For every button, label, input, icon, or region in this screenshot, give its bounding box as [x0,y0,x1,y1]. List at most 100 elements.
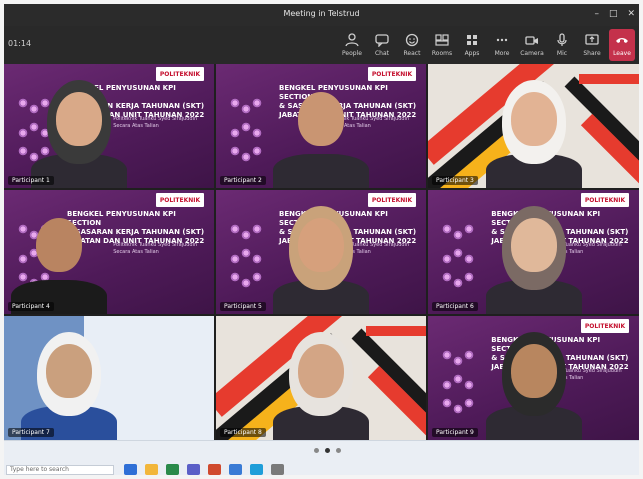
flower-decoration [442,380,452,390]
mic-button[interactable]: Mic [549,29,575,61]
flower-decoration [29,122,39,132]
flower-decoration [252,224,262,234]
flower-decoration [230,254,240,264]
flower-decoration [464,254,474,264]
apps-icon [467,35,477,45]
maximize-icon[interactable]: □ [609,9,618,19]
participant-face [46,344,92,398]
camera-button[interactable]: Camera [519,29,545,61]
polytechnic-logo: POLITEKNIK [368,67,416,81]
react-button[interactable]: React [399,29,425,61]
flower-decoration [18,128,28,138]
flower-decoration [241,230,251,240]
file-explorer-icon[interactable] [145,464,158,475]
participant-face [510,218,557,272]
settings-icon[interactable] [271,464,284,475]
flower-decoration [241,278,251,288]
react-icon [405,33,419,47]
participant-name: Participant 4 [8,302,54,311]
flower-decoration [464,272,474,282]
toolbar-button-label: Rooms [431,50,453,57]
store-icon[interactable] [250,464,263,475]
close-icon[interactable]: ✕ [627,9,635,19]
slide-subtitle: Politeknik Tuanku Syed Sirajuddin Secara… [113,116,198,129]
participant-tile[interactable]: POLITEKNIK BENGKEL PENYUSUNAN KPI SECTIO… [4,190,214,314]
toolbar-button-label: Chat [374,50,390,57]
polytechnic-logo: POLITEKNIK [156,67,204,81]
apps-button[interactable]: Apps [459,29,485,61]
chat-button[interactable]: Chat [369,29,395,61]
flower-decoration [453,278,463,288]
leave-button[interactable]: Leave [609,29,635,61]
page-dot[interactable] [336,448,341,453]
flower-decoration [230,128,240,138]
app-icon[interactable] [208,464,221,475]
flower-decoration [442,350,452,360]
flower-decoration [241,248,251,258]
flower-decoration [241,104,251,114]
participant-face [36,218,82,272]
browser-icon[interactable] [166,464,179,475]
page-dot-active[interactable] [325,448,330,453]
share-icon [585,34,599,45]
flower-decoration [453,374,463,384]
participant-tile[interactable]: POLITEKNIK BENGKEL PENYUSUNAN KPI SECTIO… [4,64,214,188]
windows-start-icon[interactable] [124,464,137,475]
flower-decoration [18,224,28,234]
participant-tile[interactable]: Participant 7 [4,316,214,440]
participant-face [510,344,557,398]
flower-decoration [18,146,28,156]
participant-tile[interactable]: POLITEKNIK BENGKEL PENYUSUNAN KPI SECTIO… [216,64,426,188]
mail-icon[interactable] [229,464,242,475]
share-button[interactable]: Share [579,29,605,61]
flower-decoration [464,380,474,390]
participant-name: Participant 8 [220,428,266,437]
participant-name: Participant 1 [8,176,54,185]
polytechnic-logo: POLITEKNIK [581,319,629,333]
taskbar-apps [124,464,284,475]
flower-decoration [230,98,240,108]
rooms-icon [435,34,449,46]
participant-face [298,218,344,272]
grid-pager [314,448,341,453]
flower-decoration [40,146,50,156]
meeting-toolbar: 01:14 People Chat React Rooms Apps More Camera… [4,26,639,64]
more-button[interactable]: More [489,29,515,61]
participant-tile[interactable]: POLITEKNIK BENGKEL PENYUSUNAN KPI SECTIO… [428,316,639,440]
flower-decoration [453,230,463,240]
people-button[interactable]: People [339,29,365,61]
flower-decoration [252,98,262,108]
flower-decoration [241,122,251,132]
toolbar-button-label: Apps [464,50,480,57]
teams-icon[interactable] [187,464,200,475]
participant-face [510,92,557,146]
flower-decoration [453,404,463,414]
polytechnic-logo: POLITEKNIK [581,193,629,207]
toolbar-button-label: People [342,50,362,57]
people-icon [345,33,359,47]
participant-name: Participant 9 [432,428,478,437]
participant-tile[interactable]: Participant 3 [428,64,639,188]
camera-icon [525,36,538,45]
minimize-icon[interactable]: – [594,9,599,19]
participant-tile[interactable]: Participant 8 [216,316,426,440]
flower-decoration [18,98,28,108]
toolbar-button-label: Share [583,50,601,57]
participant-tile[interactable]: POLITEKNIK BENGKEL PENYUSUNAN KPI SECTIO… [216,190,426,314]
taskbar-search-input[interactable]: Type here to search [6,465,114,475]
participant-tile[interactable]: POLITEKNIK BENGKEL PENYUSUNAN KPI SECTIO… [428,190,639,314]
flower-decoration [252,128,262,138]
polytechnic-logo: POLITEKNIK [156,193,204,207]
page-dot[interactable] [314,448,319,453]
chat-icon [375,34,389,47]
participant-face [298,92,344,146]
flower-decoration [230,146,240,156]
participant-body [273,154,369,188]
participant-face [56,92,102,146]
window-title: Meeting in Telstrud [283,9,360,18]
flower-decoration [453,356,463,366]
more-icon [496,38,508,42]
flower-decoration [241,152,251,162]
polytechnic-logo: POLITEKNIK [368,193,416,207]
rooms-button[interactable]: Rooms [429,29,455,61]
